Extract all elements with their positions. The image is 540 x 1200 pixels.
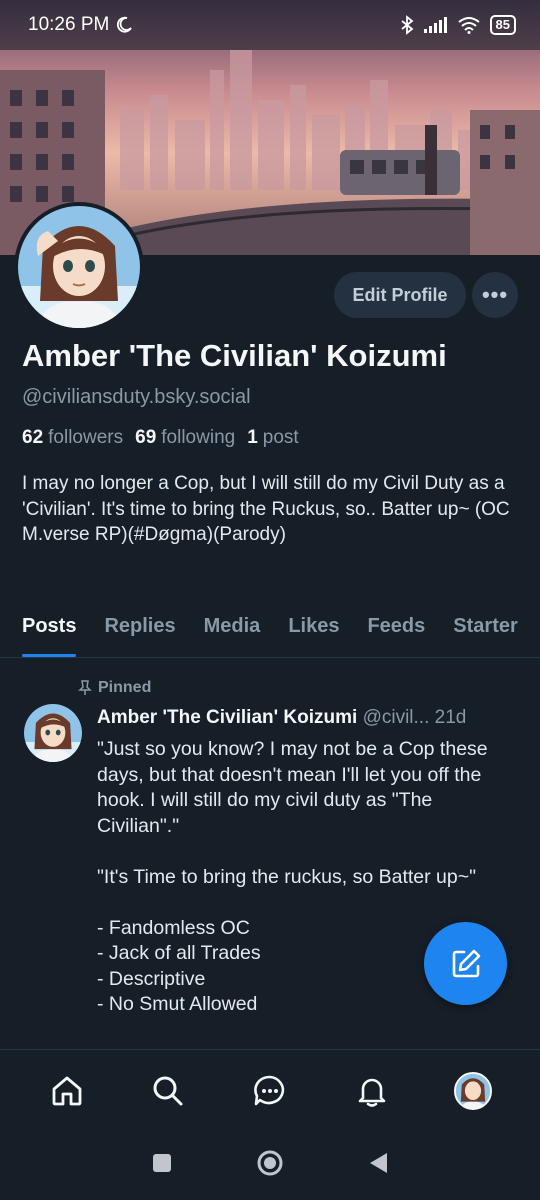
tab-media[interactable]: Media	[204, 600, 261, 657]
compose-icon	[452, 949, 480, 977]
post-age: 21d	[434, 707, 467, 728]
posts-label: post	[262, 427, 299, 448]
post-paragraph: "It's Time to bring the ruckus, so Batte…	[97, 865, 477, 888]
post-author-avatar[interactable]	[24, 704, 82, 762]
following-stat[interactable]: 69 following	[135, 427, 235, 449]
followers-label: followers	[48, 427, 124, 448]
bell-icon	[358, 1078, 385, 1107]
system-navigation-bar	[0, 1131, 540, 1200]
more-dots-icon: •••	[481, 282, 509, 307]
bottom-navigation	[0, 1049, 540, 1131]
nav-search[interactable]	[138, 1061, 198, 1121]
pinned-label: Pinned	[98, 679, 152, 696]
followers-stat[interactable]: 62 followers	[22, 427, 123, 449]
recents-icon	[153, 1154, 172, 1172]
tab-label: Feeds	[367, 615, 426, 637]
tab-label: Starter	[453, 615, 518, 637]
tab-label: Media	[203, 615, 261, 637]
battery-indicator: 85	[489, 15, 516, 35]
followers-count: 62	[22, 427, 44, 448]
profile-display-name: Amber 'The Civilian' Koizumi	[22, 338, 447, 373]
post-author-name: Amber 'The Civilian' Koizumi	[97, 707, 358, 728]
back-icon	[369, 1153, 387, 1173]
profile-bio: I may no longer a Cop, but I will still …	[22, 473, 510, 545]
avatar-portrait	[18, 206, 140, 328]
active-tab-indicator	[22, 654, 77, 657]
recents-button[interactable]	[151, 1152, 173, 1179]
home-icon	[52, 1076, 82, 1105]
tab-feeds[interactable]: Feeds	[367, 600, 425, 657]
do-not-disturb-moon-icon	[117, 16, 133, 33]
tab-posts[interactable]: Posts	[22, 600, 77, 657]
post-paragraph: "Just so you know? I may not be a Cop th…	[97, 738, 488, 837]
more-options-button[interactable]: •••	[472, 272, 518, 318]
signal-icon	[423, 17, 447, 33]
profile-handle: @civiliansduty.bsky.social	[22, 386, 251, 408]
post-author-handle: @civil...	[362, 707, 430, 728]
status-bar: 10:26 PM 85	[0, 0, 540, 50]
tab-label: Replies	[104, 615, 176, 637]
search-icon	[153, 1076, 183, 1105]
compose-button[interactable]	[424, 922, 507, 1005]
tab-label: Posts	[22, 615, 77, 637]
home-system-button[interactable]	[256, 1149, 284, 1182]
pin-icon	[78, 680, 92, 695]
tab-likes[interactable]: Likes	[288, 600, 339, 657]
tab-starter[interactable]: Starter	[453, 600, 517, 657]
back-button[interactable]	[367, 1151, 389, 1180]
bluetooth-icon	[400, 15, 413, 35]
chat-icon	[254, 1075, 285, 1105]
nav-profile[interactable]	[443, 1061, 503, 1121]
posts-count: 1	[247, 427, 258, 448]
following-count: 69	[135, 427, 157, 448]
home-circle-icon	[257, 1150, 283, 1176]
profile-tabs: Posts Replies Media Likes Feeds Starter	[0, 600, 540, 658]
profile-avatar-icon	[454, 1071, 493, 1110]
nav-chat[interactable]	[240, 1061, 300, 1121]
avatar-portrait	[24, 704, 82, 762]
status-time: 10:26 PM	[28, 14, 110, 35]
profile-avatar[interactable]	[14, 202, 144, 332]
nav-home[interactable]	[37, 1061, 97, 1121]
post-header[interactable]: Amber 'The Civilian' Koizumi @civil... 2…	[97, 707, 527, 729]
nav-notifications[interactable]	[342, 1061, 402, 1121]
tab-replies[interactable]: Replies	[104, 600, 175, 657]
profile-stats: 62 followers 69 following 1 post	[22, 427, 299, 449]
edit-profile-button[interactable]: Edit Profile	[334, 272, 466, 318]
wifi-icon	[457, 17, 480, 34]
posts-stat: 1 post	[247, 427, 299, 449]
tab-label: Likes	[288, 615, 340, 637]
following-label: following	[161, 427, 236, 448]
pinned-indicator: Pinned	[78, 679, 151, 697]
